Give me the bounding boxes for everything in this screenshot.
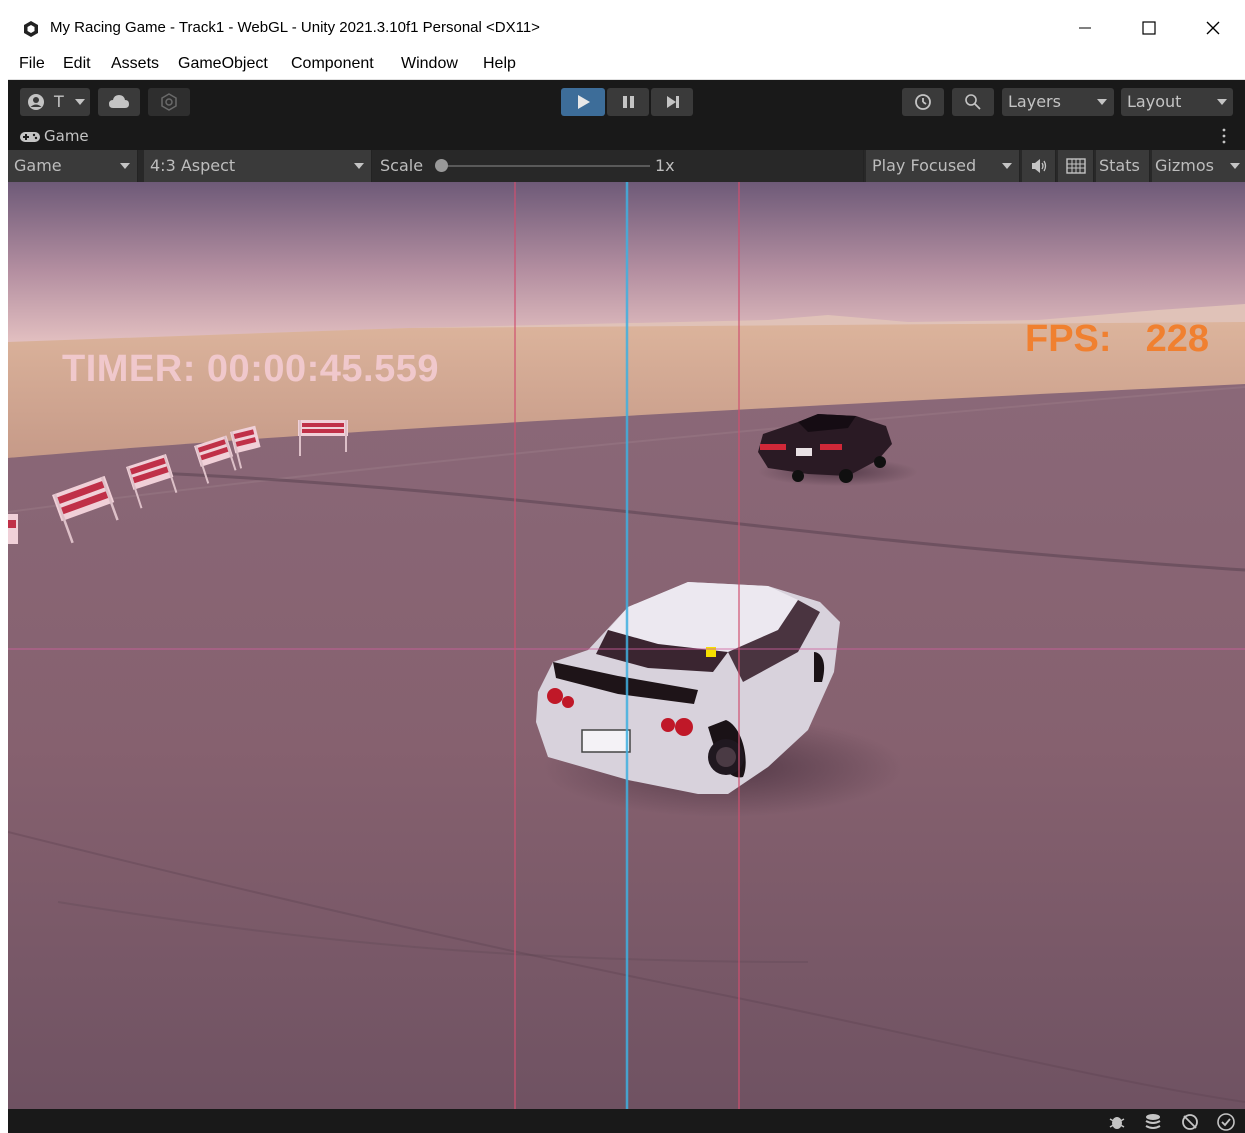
window-title: My Racing Game - Track1 - WebGL - Unity … [50,19,540,36]
cloud-icon [109,95,129,108]
scale-label: Scale [380,156,424,175]
menu-bar: File Edit Assets GameObject Component Wi… [8,48,1245,80]
menu-help[interactable]: Help [483,55,516,73]
menu-edit[interactable]: Edit [63,55,91,73]
minimize-button[interactable] [1055,8,1115,48]
play-mode-dropdown[interactable]: Play Focused [866,150,1020,182]
display-label: Game [14,156,62,175]
menu-component[interactable]: Component [291,55,374,73]
aspect-dropdown[interactable]: 4:3 Aspect [144,150,372,182]
pause-button[interactable] [607,88,649,116]
stats-label: Stats [1099,156,1140,175]
pause-icon [623,96,634,108]
aspect-label: 4:3 Aspect [150,156,236,175]
search-button[interactable] [952,88,994,116]
chevron-down-icon [1002,163,1012,169]
menu-gameobject[interactable]: GameObject [178,55,268,73]
history-icon [915,94,931,110]
step-icon [667,96,679,108]
play-mode-label: Play Focused [872,156,977,175]
gamepad-icon [20,132,40,142]
keyboard-icon [1066,158,1086,174]
collab-button[interactable] [148,88,190,116]
mute-audio-button[interactable] [1022,150,1056,182]
scale-control: Scale 1x [374,150,864,182]
title-bar: My Racing Game - Track1 - WebGL - Unity … [8,8,1245,48]
fps-value: 228 [1145,318,1209,360]
stats-button[interactable]: Stats [1096,150,1150,182]
play-icon [578,95,590,109]
menu-file[interactable]: File [19,55,45,73]
scale-slider-handle[interactable] [435,159,448,172]
check-icon[interactable] [1215,1111,1237,1133]
layers-dropdown[interactable]: Layers [1002,88,1114,116]
account-button[interactable]: T [20,88,90,116]
display-dropdown[interactable]: Game [8,150,138,182]
layout-dropdown[interactable]: Layout [1121,88,1233,116]
main-toolbar: T Layers Layout [8,80,1245,122]
maximize-icon [1142,21,1156,35]
stack-icon[interactable] [1142,1111,1164,1133]
more-options-icon[interactable] [1221,128,1227,144]
menu-assets[interactable]: Assets [111,55,159,73]
shortcuts-button[interactable] [1058,150,1094,182]
maximize-button[interactable] [1119,8,1179,48]
fps-label: FPS: [1025,318,1112,360]
collab-icon [161,93,177,111]
game-tab-bar: Game [8,122,1245,150]
chevron-down-icon [354,163,364,169]
step-button[interactable] [651,88,693,116]
close-icon [1206,21,1220,35]
speaker-icon [1032,159,1047,173]
minimize-icon [1079,27,1091,29]
gizmos-button[interactable]: Gizmos [1152,150,1245,182]
play-button[interactable] [561,88,605,116]
chevron-down-icon [1097,99,1107,105]
account-icon [28,94,44,110]
chevron-down-icon [120,163,130,169]
menu-window[interactable]: Window [401,55,458,73]
chevron-down-icon [1217,99,1227,105]
scale-value: 1x [655,156,675,175]
search-icon [965,94,981,110]
game-view-toolbar: Game 4:3 Aspect Scale 1x Play Focused St… [8,150,1245,182]
close-button[interactable] [1183,8,1243,48]
tab-game[interactable]: Game [44,127,89,145]
bug-icon[interactable] [1106,1111,1128,1133]
debug-icon[interactable] [1179,1111,1201,1133]
chevron-down-icon [1230,163,1240,169]
account-label: T [54,92,64,111]
layers-label: Layers [1008,92,1061,111]
unity-logo-icon [24,21,38,37]
chevron-down-icon [75,99,85,105]
hud-timer: TIMER: 00:00:45.559 [62,348,439,390]
layout-label: Layout [1127,92,1182,111]
game-view[interactable]: TIMER: 00:00:45.559 FPS: 228 [8,182,1245,1109]
cloud-button[interactable] [98,88,140,116]
history-button[interactable] [902,88,944,116]
hud-fps: FPS: 228 [1025,318,1209,361]
status-bar [8,1109,1245,1133]
scale-slider-track[interactable] [438,165,650,167]
gizmos-label: Gizmos [1155,156,1214,175]
unity-editor-window: My Racing Game - Track1 - WebGL - Unity … [8,8,1245,1133]
